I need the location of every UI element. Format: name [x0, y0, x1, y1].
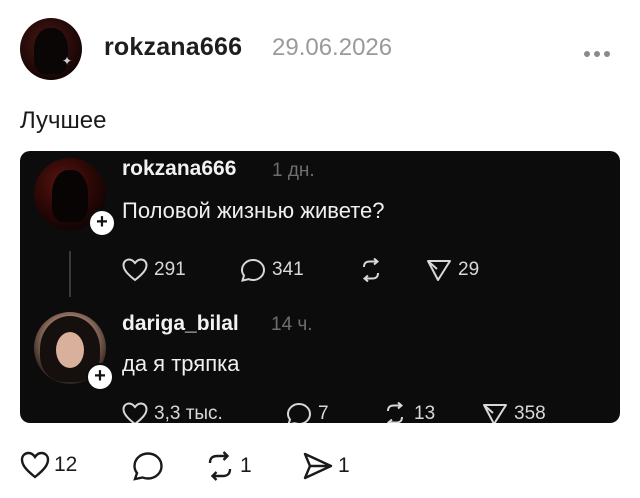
like-count: 12 — [54, 453, 78, 476]
heart-icon — [20, 451, 50, 479]
like-button[interactable]: 12 — [20, 451, 77, 479]
comment-like: 3,3 тыс. — [122, 402, 223, 423]
comment-icon — [240, 258, 266, 282]
share-button[interactable]: 1 — [302, 451, 350, 481]
follow-plus-icon: + — [88, 209, 116, 237]
share-count: 358 — [514, 403, 546, 423]
comment-like: 291 — [122, 258, 186, 282]
share-icon — [427, 260, 451, 281]
post-header: ✦ rokzana666 29.06.2026 — [0, 0, 640, 100]
comment-time: 1 дн. — [272, 160, 315, 181]
comment-reply: 341 — [240, 258, 304, 282]
reply-count: 341 — [272, 259, 304, 280]
comment-reply: 7 — [286, 402, 329, 423]
comment-icon — [286, 402, 312, 423]
comment-share: 358 — [482, 402, 546, 423]
post-caption: Лучшее — [20, 107, 107, 134]
share-icon — [303, 452, 333, 480]
comment-author: dariga_bilal — [122, 312, 239, 335]
thread-line — [69, 251, 71, 297]
share-count: 29 — [458, 259, 480, 280]
repost-button[interactable]: 1 — [204, 451, 252, 481]
comment-repost: 13 — [382, 402, 435, 423]
comment-share: 29 — [426, 258, 479, 282]
share-count: 1 — [338, 454, 350, 477]
heart-icon — [122, 402, 148, 423]
repost-icon — [208, 451, 232, 481]
repost-count: 1 — [240, 454, 252, 477]
author-avatar[interactable]: ✦ — [20, 18, 82, 80]
comment-author: rokzana666 — [122, 157, 237, 180]
follow-plus-icon: + — [86, 363, 114, 391]
quoted-screenshot: + rokzana666 1 дн. Половой жизнью живете… — [20, 151, 620, 423]
repost-count: 13 — [414, 403, 436, 423]
like-count: 3,3 тыс. — [154, 403, 223, 423]
comment-button[interactable] — [132, 451, 168, 481]
comment-icon — [133, 452, 163, 481]
heart-icon — [122, 258, 148, 282]
comment-repost — [358, 258, 390, 282]
comment-text: да я тряпка — [122, 351, 240, 376]
share-icon — [483, 404, 507, 423]
comment-text: Половой жизнью живете? — [122, 198, 385, 223]
post-date: 29.06.2026 — [272, 34, 393, 61]
comment-time: 14 ч. — [271, 314, 313, 335]
more-options-icon[interactable] — [584, 44, 618, 57]
repost-icon — [386, 402, 404, 423]
reply-count: 7 — [318, 403, 329, 423]
repost-icon — [362, 258, 380, 282]
sparkle-icon: ✦ — [62, 54, 73, 68]
like-count: 291 — [154, 259, 186, 280]
author-username[interactable]: rokzana666 — [104, 33, 242, 62]
